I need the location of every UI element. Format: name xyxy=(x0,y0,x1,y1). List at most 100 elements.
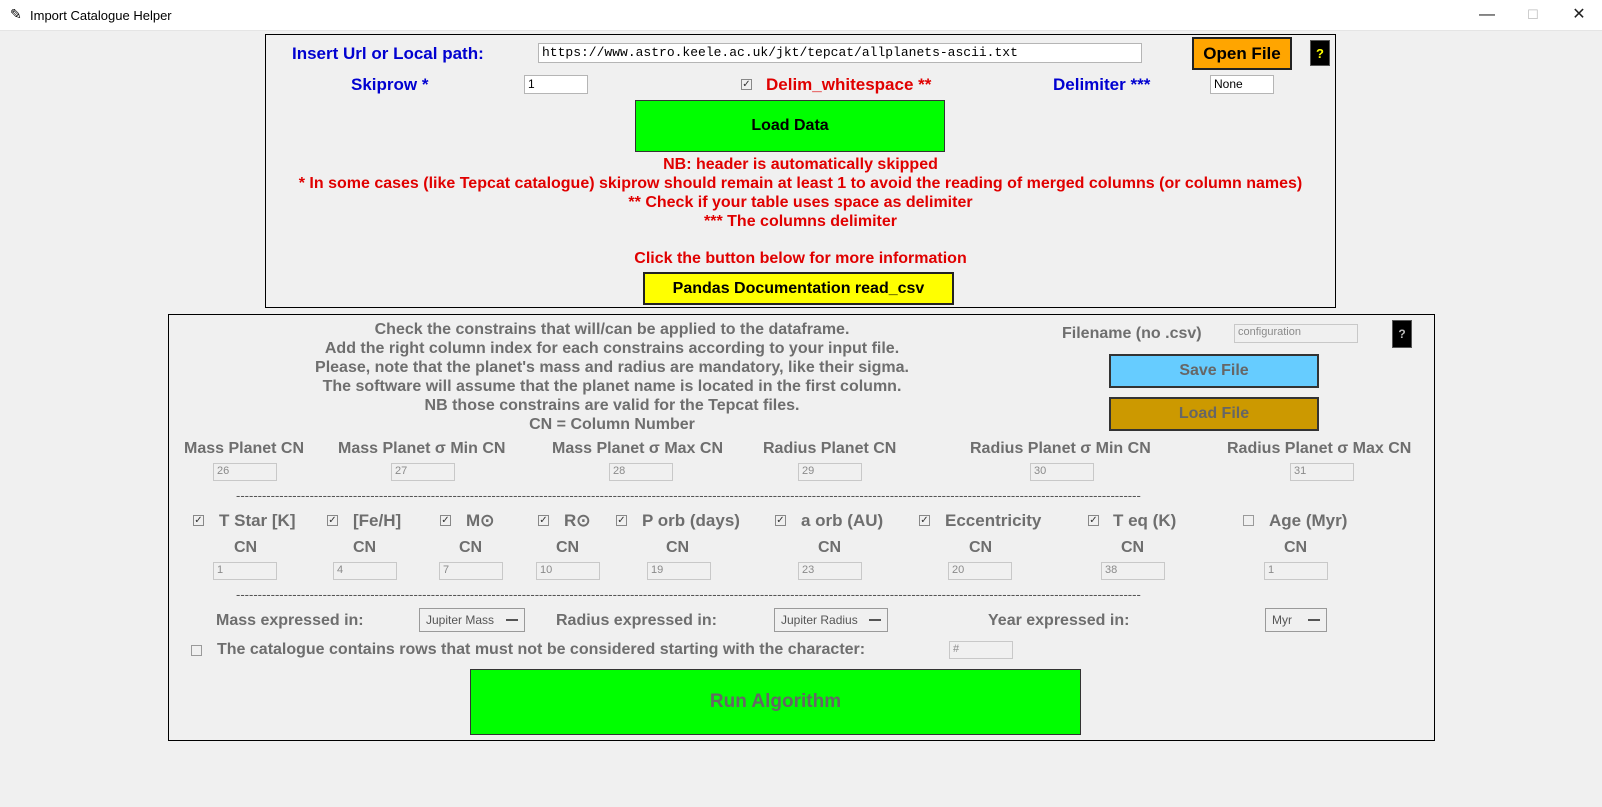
skiprow-input[interactable]: 1 xyxy=(524,75,588,94)
delimiter-label: Delimiter *** xyxy=(1053,75,1151,94)
tstar-label: T Star [K] xyxy=(219,511,296,530)
url-input[interactable]: https://www.astro.keele.ac.uk/jkt/tepcat… xyxy=(538,43,1142,63)
teq-cn-input[interactable]: 38 xyxy=(1101,562,1165,580)
aorb-label: a orb (AU) xyxy=(801,511,884,530)
mass-unit-label: Mass expressed in: xyxy=(216,612,364,629)
instruction-line: NB those constrains are valid for the Te… xyxy=(424,397,800,414)
radius-sigma-max-label: Radius Planet σ Max CN xyxy=(1227,440,1412,457)
eccentricity-cn-input[interactable]: 20 xyxy=(948,562,1012,580)
mass-planet-label: Mass Planet CN xyxy=(184,440,305,457)
radius-unit-value: Jupiter Radius xyxy=(781,613,858,627)
cn-label: CN xyxy=(818,539,842,556)
feh-cn-input[interactable]: 4 xyxy=(333,562,397,580)
mstar-cn-input[interactable]: 7 xyxy=(439,562,503,580)
cn-label: CN xyxy=(1284,539,1308,556)
comment-char-checkbox[interactable] xyxy=(191,645,202,656)
comment-char-label: The catalogue contains rows that must no… xyxy=(217,641,866,658)
cn-label: CN xyxy=(234,539,258,556)
delimiter-input[interactable]: None xyxy=(1210,75,1274,94)
title-bar: ✎ Import Catalogue Helper — ☐ ✕ xyxy=(0,0,1602,31)
cn-label: CN xyxy=(353,539,377,556)
feh-checkbox[interactable]: ✓ xyxy=(327,515,338,526)
year-unit-label: Year expressed in: xyxy=(988,612,1130,629)
radius-unit-label: Radius expressed in: xyxy=(556,612,717,629)
mass-planet-input[interactable]: 26 xyxy=(213,463,277,481)
age-checkbox[interactable] xyxy=(1243,515,1254,526)
mass-sigma-max-input[interactable]: 28 xyxy=(609,463,673,481)
year-unit-dropdown[interactable]: Myr xyxy=(1265,608,1327,632)
age-label: Age (Myr) xyxy=(1269,511,1348,530)
pandas-docs-button[interactable]: Pandas Documentation read_csv xyxy=(643,272,954,305)
porb-label: P orb (days) xyxy=(642,511,740,530)
aorb-checkbox[interactable]: ✓ xyxy=(775,515,786,526)
cn-label: CN xyxy=(1121,539,1145,556)
note-delimiter: *** The columns delimiter xyxy=(704,213,897,230)
eccentricity-label: Eccentricity xyxy=(945,511,1042,530)
radius-unit-dropdown[interactable]: Jupiter Radius xyxy=(774,608,888,632)
save-file-button[interactable]: Save File xyxy=(1109,354,1319,388)
teq-checkbox[interactable]: ✓ xyxy=(1088,515,1099,526)
dropdown-indicator-icon xyxy=(869,619,881,621)
help-button-bottom[interactable]: ? xyxy=(1392,320,1412,348)
eccentricity-checkbox[interactable]: ✓ xyxy=(919,515,930,526)
instruction-line: Add the right column index for each cons… xyxy=(324,340,900,357)
dropdown-indicator-icon xyxy=(506,619,518,621)
radius-sigma-min-input[interactable]: 30 xyxy=(1030,463,1094,481)
filename-input[interactable]: configuration xyxy=(1234,324,1358,343)
help-button-top[interactable]: ? xyxy=(1310,40,1330,66)
mstar-label: M⊙ xyxy=(466,511,495,530)
radius-sigma-max-input[interactable]: 31 xyxy=(1290,463,1354,481)
comment-char-input[interactable]: # xyxy=(949,641,1013,659)
radius-planet-label: Radius Planet CN xyxy=(763,440,897,457)
note-header: NB: header is automatically skipped xyxy=(663,156,938,173)
cn-label: CN xyxy=(666,539,690,556)
separator-1: ----------------------------------------… xyxy=(236,488,1141,503)
url-label: Insert Url or Local path: xyxy=(292,44,484,63)
close-icon[interactable]: ✕ xyxy=(1556,0,1602,30)
tstar-cn-input[interactable]: 1 xyxy=(213,562,277,580)
load-file-button[interactable]: Load File xyxy=(1109,397,1319,431)
filename-label: Filename (no .csv) xyxy=(1062,325,1202,342)
delim-whitespace-checkbox[interactable]: ✓ xyxy=(741,79,752,90)
note-skiprow: * In some cases (like Tepcat catalogue) … xyxy=(298,175,1303,192)
rstar-checkbox[interactable]: ✓ xyxy=(538,515,549,526)
teq-label: T eq (K) xyxy=(1113,511,1177,530)
mass-sigma-min-input[interactable]: 27 xyxy=(391,463,455,481)
separator-2: ----------------------------------------… xyxy=(236,587,1141,602)
instructions-block: Check the constrains that will/can be ap… xyxy=(292,321,932,435)
cn-label: CN xyxy=(556,539,580,556)
aorb-cn-input[interactable]: 23 xyxy=(798,562,862,580)
mstar-checkbox[interactable]: ✓ xyxy=(440,515,451,526)
age-cn-input[interactable]: 1 xyxy=(1264,562,1328,580)
mass-sigma-max-label: Mass Planet σ Max CN xyxy=(552,440,723,457)
note-whitespace: ** Check if your table uses space as del… xyxy=(628,194,973,211)
radius-planet-input[interactable]: 29 xyxy=(798,463,862,481)
rstar-label: R⊙ xyxy=(564,511,591,530)
instruction-line: Please, note that the planet's mass and … xyxy=(315,359,909,376)
radius-sigma-min-label: Radius Planet σ Min CN xyxy=(970,440,1151,457)
maximize-icon[interactable]: ☐ xyxy=(1510,0,1556,30)
rstar-cn-input[interactable]: 10 xyxy=(536,562,600,580)
instruction-line: CN = Column Number xyxy=(529,416,695,433)
instruction-line: The software will assume that the planet… xyxy=(322,378,902,395)
load-data-button[interactable]: Load Data xyxy=(635,100,945,152)
tstar-checkbox[interactable]: ✓ xyxy=(193,515,204,526)
mass-unit-value: Jupiter Mass xyxy=(426,613,495,627)
minimize-icon[interactable]: — xyxy=(1464,0,1510,30)
mass-sigma-min-label: Mass Planet σ Min CN xyxy=(338,440,506,457)
year-unit-value: Myr xyxy=(1272,613,1292,627)
notes-block: NB: header is automatically skipped * In… xyxy=(265,156,1336,232)
delim-whitespace-label: Delim_whitespace ** xyxy=(766,75,932,94)
cn-label: CN xyxy=(459,539,483,556)
feather-app-icon: ✎ xyxy=(10,6,22,22)
porb-cn-input[interactable]: 19 xyxy=(647,562,711,580)
porb-checkbox[interactable]: ✓ xyxy=(616,515,627,526)
window-title: Import Catalogue Helper xyxy=(30,8,172,23)
open-file-button[interactable]: Open File xyxy=(1192,37,1292,70)
run-algorithm-button[interactable]: Run Algorithm xyxy=(470,669,1081,735)
feh-label: [Fe/H] xyxy=(353,511,402,530)
note-more-info: Click the button below for more informat… xyxy=(634,250,967,267)
mass-unit-dropdown[interactable]: Jupiter Mass xyxy=(419,608,525,632)
instruction-line: Check the constrains that will/can be ap… xyxy=(374,321,850,338)
skiprow-label: Skiprow * xyxy=(351,75,429,94)
